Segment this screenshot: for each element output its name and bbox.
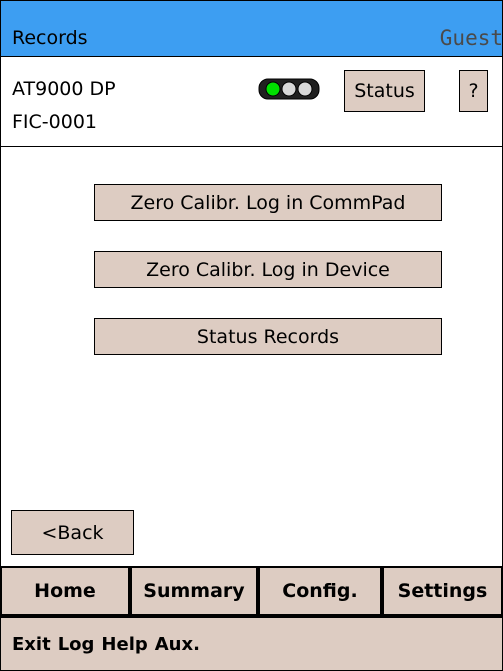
window-frame: [0, 0, 503, 671]
